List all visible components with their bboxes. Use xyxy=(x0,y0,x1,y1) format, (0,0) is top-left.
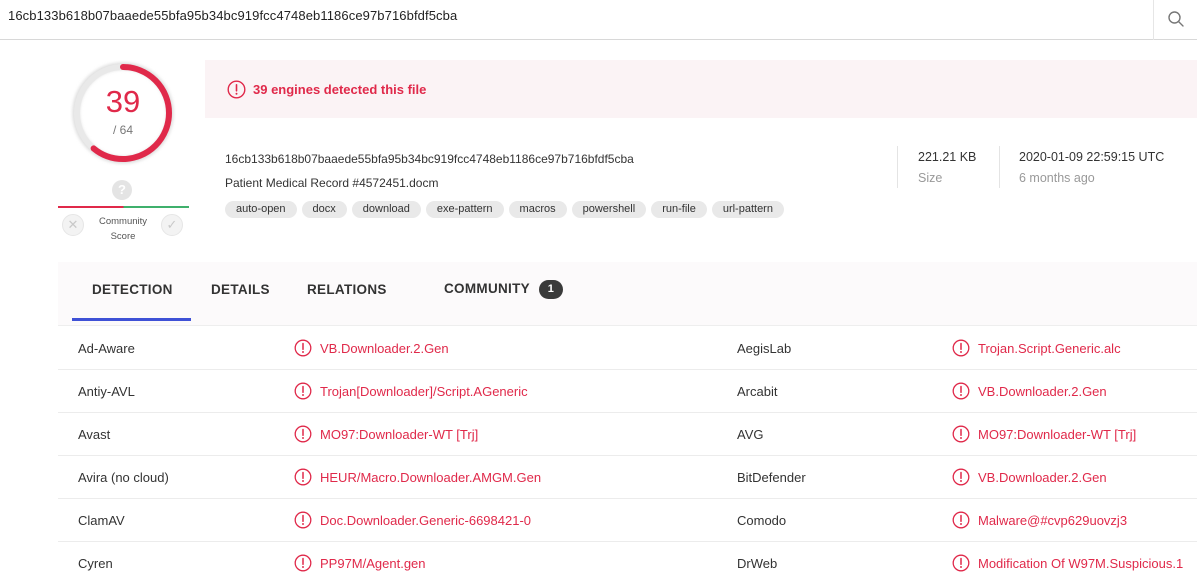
tab-details[interactable]: DETAILS xyxy=(211,282,270,297)
divider xyxy=(897,146,898,188)
table-row: Avira (no cloud) HEUR/Macro.Downloader.A… xyxy=(58,456,1197,499)
detection-score: 39 / 64 xyxy=(70,60,176,166)
search-input[interactable]: 16cb133b618b07baaede55bfa95b34bc919fcc47… xyxy=(8,8,457,23)
engine-name: Avira (no cloud) xyxy=(78,470,169,485)
detection-result: VB.Downloader.2.Gen xyxy=(952,468,1107,486)
engine-name: Avast xyxy=(78,427,111,442)
tab-community[interactable]: COMMUNITY 1 xyxy=(444,280,563,299)
engine-name: BitDefender xyxy=(737,470,806,485)
alert-circle-icon xyxy=(294,468,312,486)
search-icon xyxy=(1168,11,1184,27)
engine-name: Comodo xyxy=(737,513,787,528)
alert-circle-icon xyxy=(294,554,312,572)
check-icon: ✓ xyxy=(166,217,178,232)
tab-bar: DETECTION DETAILS RELATIONS COMMUNITY 1 xyxy=(58,262,1197,326)
file-name: Patient Medical Record #4572451.docm xyxy=(225,176,439,190)
table-row: Ad-Aware VB.Downloader.2.Gen AegisLab Tr… xyxy=(58,327,1197,370)
tag[interactable]: exe-pattern xyxy=(425,201,504,218)
search-bar: 16cb133b618b07baaede55bfa95b34bc919fcc47… xyxy=(0,0,1197,40)
engine-name: ClamAV xyxy=(78,513,125,528)
tag[interactable]: url-pattern xyxy=(711,201,784,218)
file-date: 2020-01-09 22:59:15 UTC 6 months ago xyxy=(1019,150,1164,185)
file-date-relative: 6 months ago xyxy=(1019,171,1095,185)
detection-result: Doc.Downloader.Generic-6698421-0 xyxy=(294,511,531,529)
tab-relations[interactable]: RELATIONS xyxy=(307,282,387,297)
engine-name: Ad-Aware xyxy=(78,341,135,356)
detection-table: Ad-Aware VB.Downloader.2.Gen AegisLab Tr… xyxy=(58,327,1197,585)
engine-name: Cyren xyxy=(78,556,113,571)
table-row: Antiy-AVL Trojan[Downloader]/Script.AGen… xyxy=(58,370,1197,413)
close-icon: ✕ xyxy=(67,217,79,232)
alert-circle-icon xyxy=(294,339,312,357)
detection-result: HEUR/Macro.Downloader.AMGM.Gen xyxy=(294,468,541,486)
engine-name: AegisLab xyxy=(737,341,792,356)
file-size-value: 221.21 KB xyxy=(918,150,977,164)
detected-count: 39 xyxy=(105,84,141,119)
search-button[interactable] xyxy=(1153,0,1197,40)
engine-name: DrWeb xyxy=(737,556,778,571)
tag[interactable]: powershell xyxy=(571,201,647,218)
vote-harmful-button[interactable]: ✕ xyxy=(62,214,84,236)
file-size-label: Size xyxy=(918,171,943,185)
tag[interactable]: download xyxy=(351,201,421,218)
detection-result: VB.Downloader.2.Gen xyxy=(952,382,1107,400)
community-score-label: Community Score xyxy=(98,216,148,242)
alert-circle-icon xyxy=(294,382,312,400)
detection-banner: 39 engines detected this file xyxy=(205,60,1197,118)
file-date-value: 2020-01-09 22:59:15 UTC xyxy=(1019,150,1165,164)
alert-circle-icon xyxy=(952,468,970,486)
table-row: ClamAV Doc.Downloader.Generic-6698421-0 … xyxy=(58,499,1197,542)
file-hash: 16cb133b618b07baaede55bfa95b34bc919fcc47… xyxy=(225,152,634,166)
alert-circle-icon xyxy=(952,382,970,400)
question-icon: ? xyxy=(112,180,132,200)
alert-circle-icon xyxy=(294,511,312,529)
table-row: Cyren PP97M/Agent.gen DrWeb Modification… xyxy=(58,542,1197,585)
vote-harmless-button[interactable]: ✓ xyxy=(161,214,183,236)
table-row: Avast MO97:Downloader-WT [Trj] AVG MO97:… xyxy=(58,413,1197,456)
detection-result: Malware@#cvp629uovzj3 xyxy=(952,511,1127,529)
tag[interactable]: auto-open xyxy=(225,201,297,218)
active-tab-indicator xyxy=(72,318,191,321)
alert-circle-icon xyxy=(952,554,970,572)
alert-circle-icon xyxy=(952,425,970,443)
engine-name: Arcabit xyxy=(737,384,778,399)
file-info: 16cb133b618b07baaede55bfa95b34bc919fcc47… xyxy=(205,136,1197,226)
engine-name: AVG xyxy=(737,427,764,442)
file-size: 221.21 KB Size xyxy=(918,150,976,185)
detection-result: MO97:Downloader-WT [Trj] xyxy=(952,425,1136,443)
detection-result: Trojan.Script.Generic.alc xyxy=(952,339,1121,357)
alert-circle-icon xyxy=(952,339,970,357)
banner-text: 39 engines detected this file xyxy=(253,82,427,97)
alert-circle-icon xyxy=(294,425,312,443)
tag[interactable]: run-file xyxy=(651,201,707,218)
detection-result: Trojan[Downloader]/Script.AGeneric xyxy=(294,382,528,400)
divider xyxy=(999,146,1000,188)
community-count-badge: 1 xyxy=(538,280,563,299)
detection-result: PP97M/Agent.gen xyxy=(294,554,426,572)
detection-result: Modification Of W97M.Suspicious.1 xyxy=(952,554,1183,572)
detection-result: VB.Downloader.2.Gen xyxy=(294,339,449,357)
community-score-bar xyxy=(58,206,189,208)
tab-community-label: COMMUNITY xyxy=(444,281,530,296)
alert-circle-icon xyxy=(952,511,970,529)
community-score: ? ✕ Community Score ✓ xyxy=(56,180,190,244)
engine-total: / 64 xyxy=(112,123,133,137)
engine-name: Antiy-AVL xyxy=(78,384,135,399)
detection-result: MO97:Downloader-WT [Trj] xyxy=(294,425,478,443)
tab-detection[interactable]: DETECTION xyxy=(92,282,173,297)
alert-circle-icon xyxy=(227,80,246,99)
file-tags: auto-open docx download exe-pattern macros po… xyxy=(225,201,789,219)
tag[interactable]: macros xyxy=(508,201,567,218)
tag[interactable]: docx xyxy=(301,201,347,218)
